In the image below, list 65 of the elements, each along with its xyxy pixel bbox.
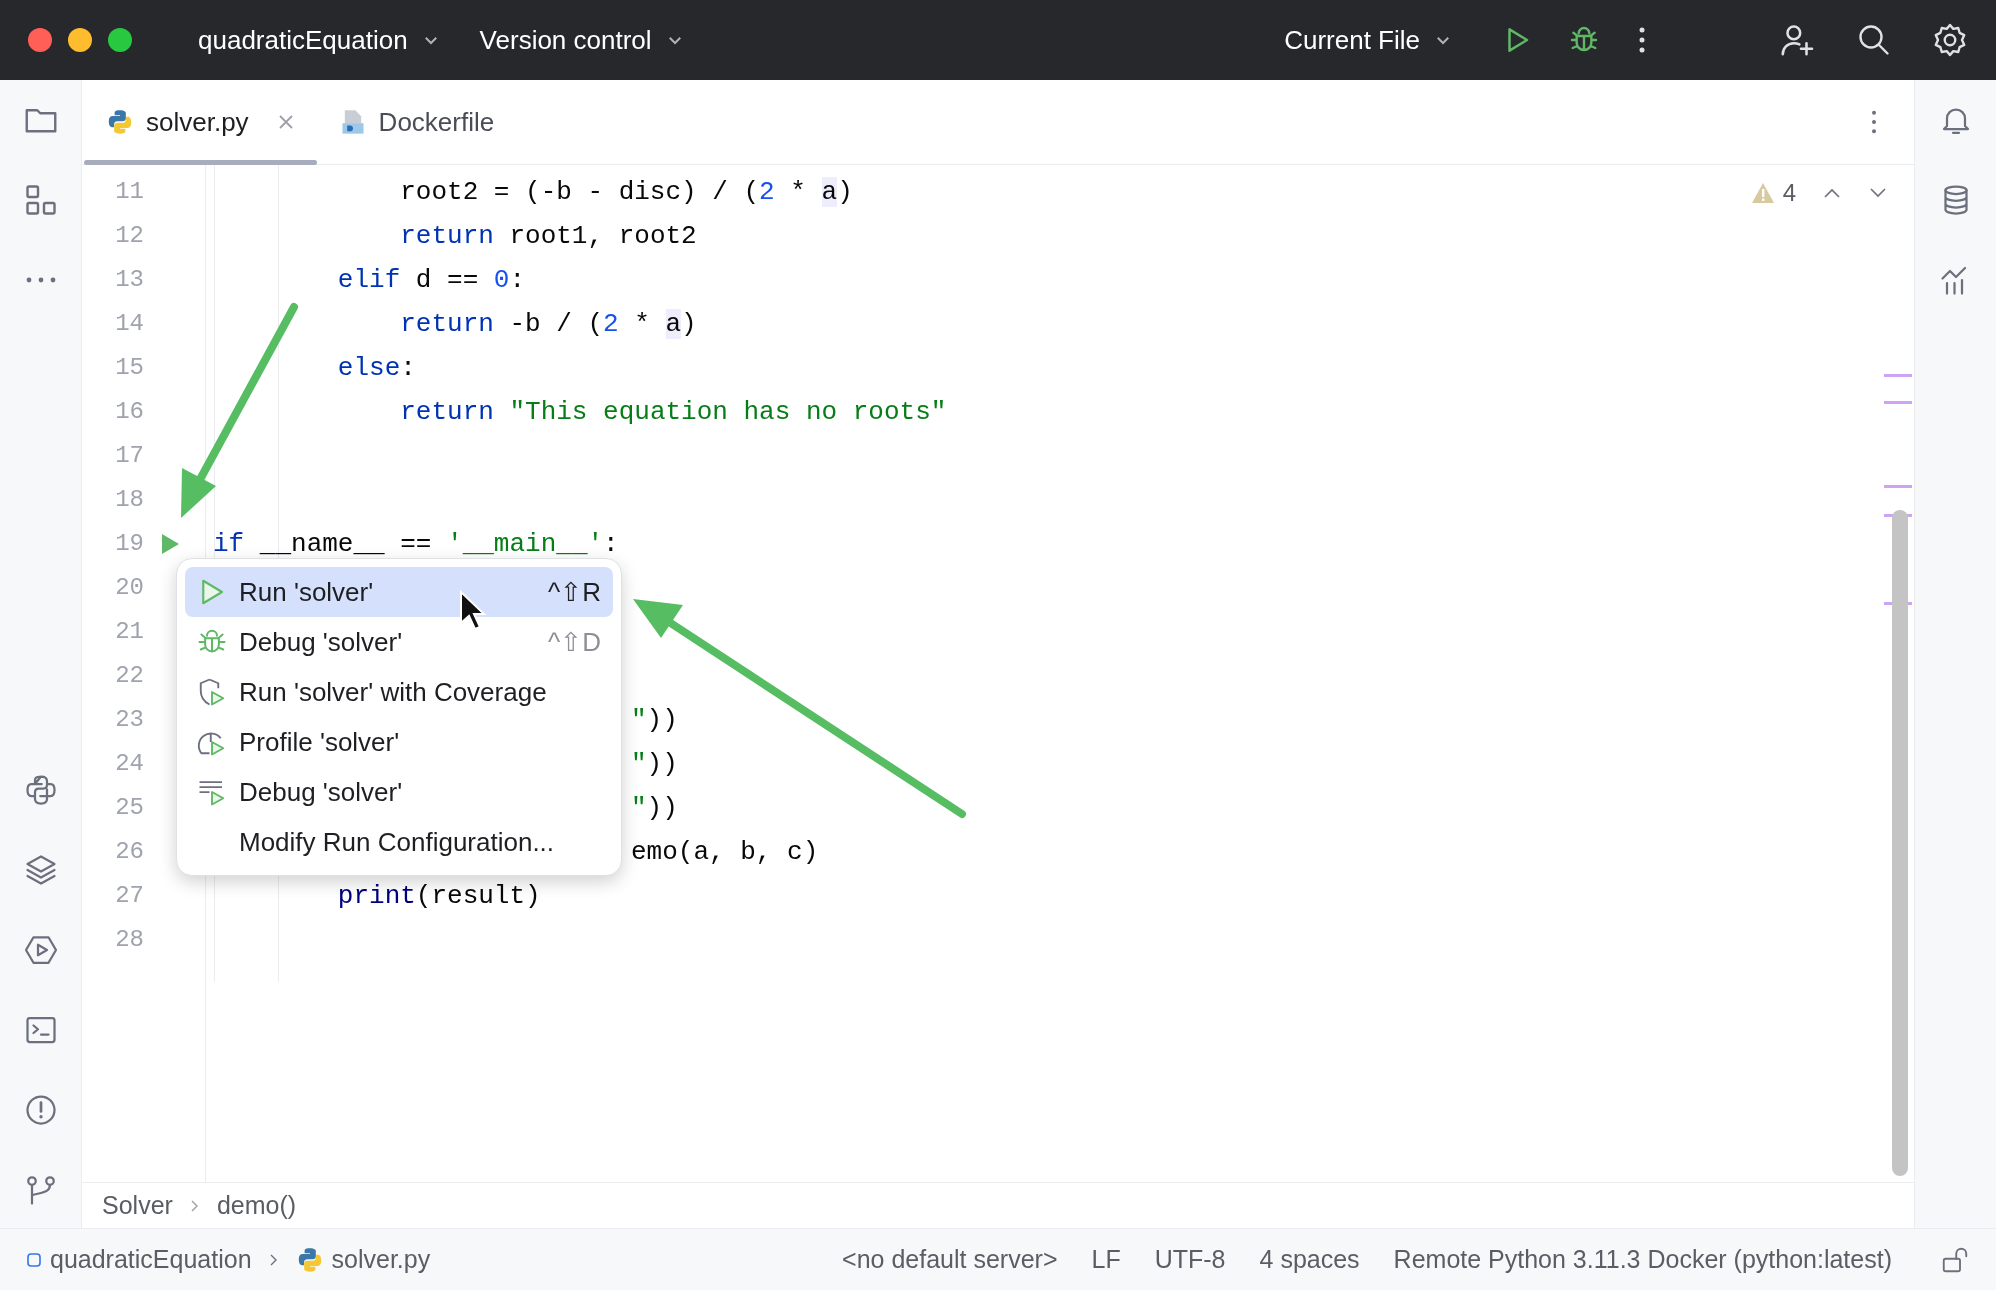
code-line: else: <box>336 352 416 385</box>
code-line: if __name__ == '__main__': <box>212 528 619 561</box>
run-configuration-dropdown[interactable]: Current File <box>1284 20 1452 60</box>
code-line: ")) <box>631 792 678 825</box>
previous-warning-icon[interactable] <box>1822 186 1842 200</box>
status-widget[interactable]: 4 spaces <box>1259 1240 1360 1279</box>
line-number: 20 <box>114 573 144 603</box>
line-number: 17 <box>114 441 144 471</box>
line-number: 26 <box>114 837 144 867</box>
code-line: ")) <box>631 704 678 737</box>
settings-icon[interactable] <box>1932 22 1968 58</box>
version-control-dropdown[interactable]: Version control <box>479 20 684 60</box>
code-line: emo(a, b, c) <box>631 836 819 869</box>
line-number: 14 <box>114 309 144 339</box>
minimize-window-button[interactable] <box>68 28 92 52</box>
code-line: return "This equation has no roots" <box>399 396 947 429</box>
project-dropdown[interactable]: quadraticEquation <box>198 20 440 60</box>
line-number: 19 <box>114 529 144 559</box>
line-number: 22 <box>114 661 144 691</box>
status-widget[interactable]: LF <box>1091 1240 1121 1279</box>
code-line: return -b / (2 * a) <box>399 308 697 341</box>
search-icon[interactable] <box>1856 22 1892 58</box>
error-stripe-mark <box>1884 374 1912 377</box>
code-line: elif d == 0: <box>336 264 526 297</box>
code-line: root2 = (-b - disc) / (2 * a) <box>399 176 853 209</box>
line-number: 18 <box>114 485 144 515</box>
next-warning-icon[interactable] <box>1868 186 1888 200</box>
path-item[interactable]: quadraticEquation <box>26 1240 252 1279</box>
error-stripe-mark <box>1884 485 1912 488</box>
maximize-window-button[interactable] <box>108 28 132 52</box>
path-item[interactable]: solver.py <box>295 1240 431 1279</box>
status-widget[interactable]: Remote Python 3.11.3 Docker (python:latest) <box>1393 1240 1892 1279</box>
line-number: 12 <box>114 221 144 251</box>
line-number: 15 <box>114 353 144 383</box>
line-number: 11 <box>114 177 144 207</box>
warning-icon <box>1750 182 1775 204</box>
code-line: print(result) <box>336 880 541 913</box>
python-file-icon <box>106 108 134 136</box>
close-tab-icon[interactable] <box>276 113 295 131</box>
breadcrumb-item[interactable]: demo() <box>216 1186 297 1225</box>
line-number: 16 <box>114 397 144 427</box>
line-number: 13 <box>114 265 144 295</box>
module-icon <box>26 1251 42 1268</box>
mouse-pointer-icon <box>460 589 487 631</box>
warnings-count[interactable]: 4 <box>1750 175 1796 211</box>
breadcrumb-item[interactable]: Solver <box>102 1186 173 1225</box>
menu-item[interactable]: Run 'solver' ^⇧R <box>185 567 613 617</box>
editor-tab[interactable]: Dockerfile <box>316 80 517 164</box>
line-number: 25 <box>114 793 144 823</box>
line-number: 27 <box>114 881 144 911</box>
code-line: ")) <box>631 748 678 781</box>
line-number: 28 <box>114 925 144 955</box>
line-number: 21 <box>114 617 144 647</box>
status-widget[interactable]: UTF-8 <box>1154 1240 1226 1279</box>
tab-options-icon[interactable] <box>1870 108 1878 136</box>
line-number: 23 <box>114 705 144 735</box>
run-gutter-icon[interactable] <box>160 533 180 555</box>
close-window-button[interactable] <box>28 28 52 52</box>
status-widget[interactable]: <no default server> <box>842 1240 1058 1279</box>
scrollbar-thumb[interactable] <box>1892 510 1908 1176</box>
editor-tab[interactable]: solver.py <box>84 80 317 164</box>
line-number: 24 <box>114 749 144 779</box>
shield-play-icon <box>197 677 227 707</box>
error-stripe-mark <box>1884 401 1912 404</box>
code-line: return root1, root2 <box>399 220 697 253</box>
